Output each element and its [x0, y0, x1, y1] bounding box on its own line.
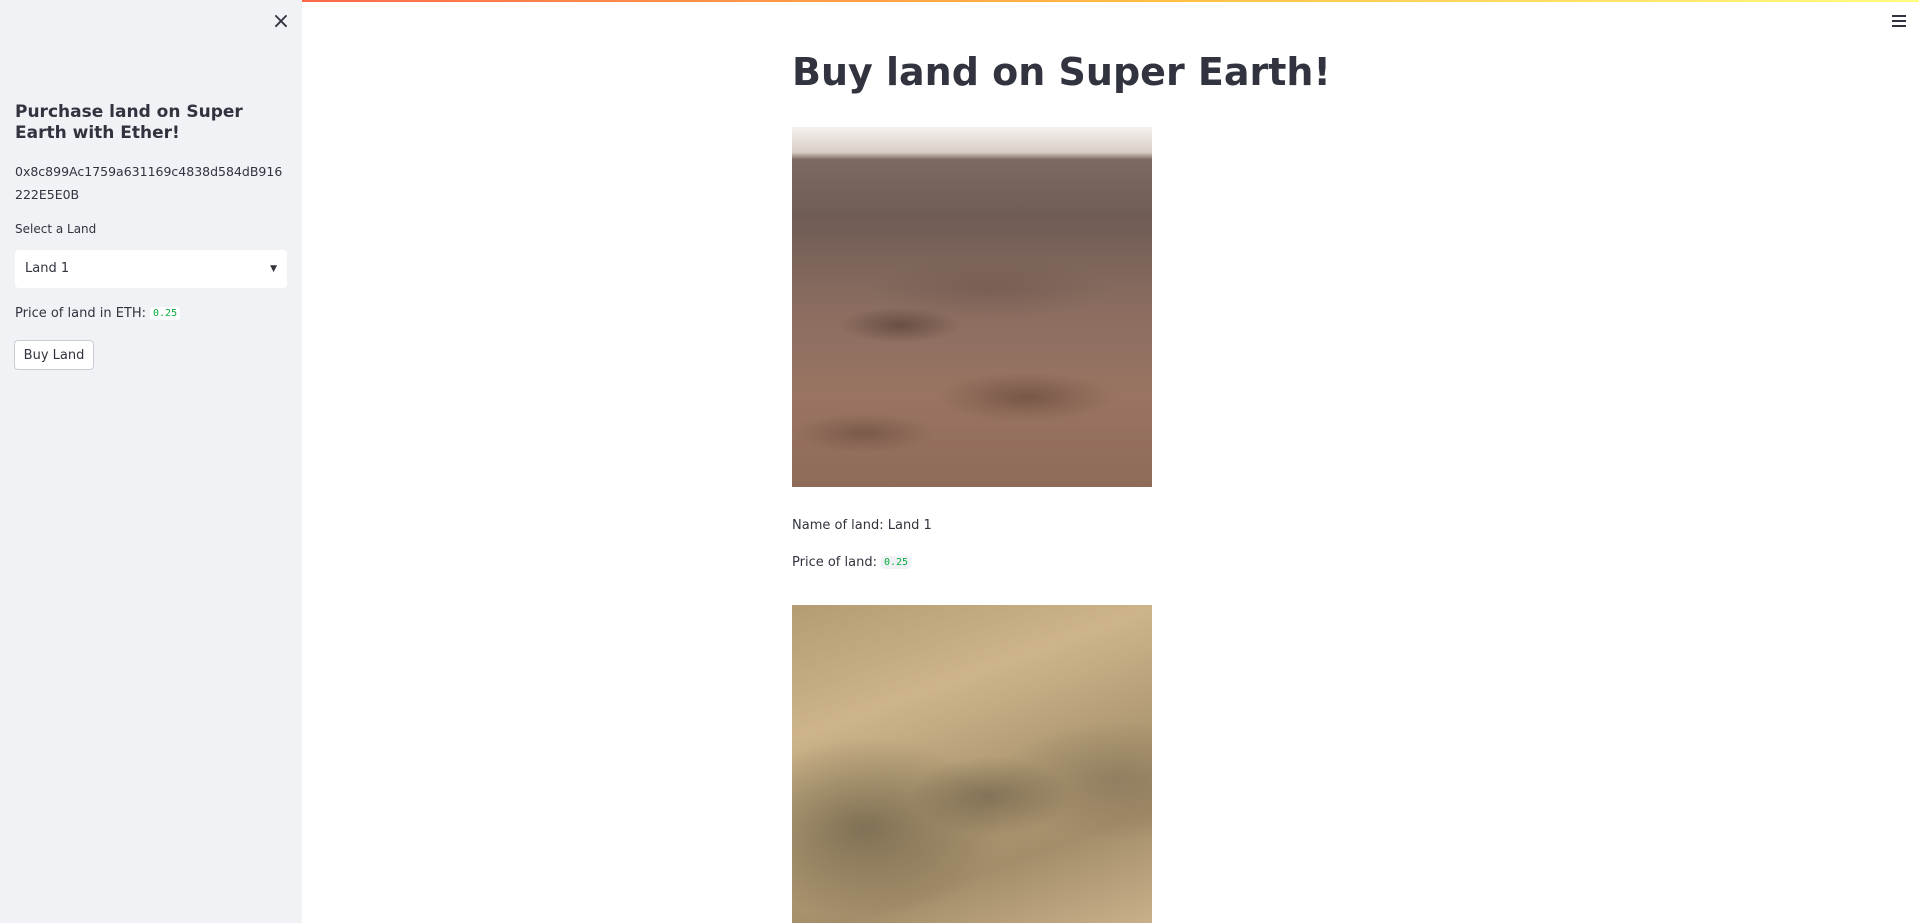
- land-price: Price of land: 0.25: [792, 555, 912, 570]
- land-price-value: 0.25: [880, 556, 912, 569]
- close-icon[interactable]: ×: [268, 10, 294, 34]
- chevron-down-icon: ▼: [270, 264, 277, 274]
- hamburger-menu-icon[interactable]: [1888, 12, 1910, 30]
- price-in-eth-label: Price of land in ETH:: [15, 306, 147, 321]
- land-select-value: Land 1: [25, 261, 70, 276]
- land-image-2: [792, 605, 1152, 923]
- land-price-label: Price of land:: [792, 555, 877, 570]
- select-land-label: Select a Land: [15, 222, 97, 236]
- sidebar: × Purchase land on Super Earth with Ethe…: [0, 0, 302, 923]
- page-title: Buy land on Super Earth!: [792, 50, 1331, 94]
- land-select[interactable]: Land 1 ▼: [15, 250, 287, 288]
- sidebar-title: Purchase land on Super Earth with Ether!: [15, 102, 243, 143]
- price-in-eth-value: 0.25: [150, 307, 181, 320]
- buy-land-button[interactable]: Buy Land: [14, 340, 94, 370]
- land-image-1: [792, 127, 1152, 487]
- wallet-address: 0x8c899Ac1759a631169c4838d584dB916222E5E…: [15, 164, 283, 202]
- land-name: Name of land: Land 1: [792, 518, 932, 533]
- price-in-eth: Price of land in ETH: 0.25: [15, 306, 181, 321]
